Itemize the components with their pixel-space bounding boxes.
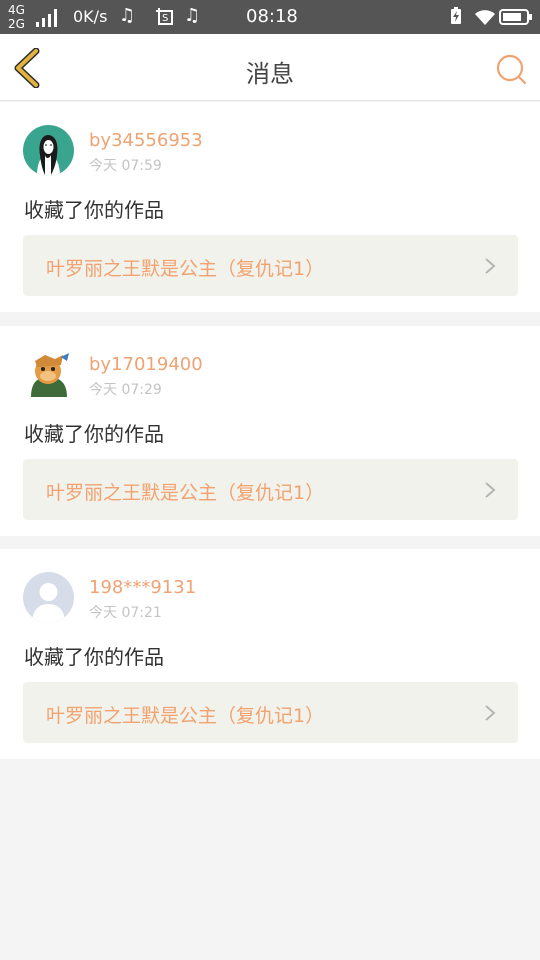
battery-saver-icon: [451, 7, 461, 24]
clock: 08:18: [246, 6, 298, 27]
work-link[interactable]: 叶罗丽之王默是公主（复仇记1）: [23, 682, 518, 743]
network-type-bottom: 2G: [8, 17, 25, 31]
music-icon: ♫: [119, 5, 136, 26]
work-link[interactable]: 叶罗丽之王默是公主（复仇记1）: [23, 235, 518, 296]
timestamp: 今天 07:21: [89, 605, 162, 621]
chevron-right-icon: [485, 258, 496, 274]
username[interactable]: by17019400: [89, 354, 203, 375]
header: 消息: [0, 34, 540, 101]
avatar[interactable]: [23, 572, 74, 623]
message-card: by34556953 今天 07:59 收藏了你的作品 叶罗丽之王默是公主（复仇…: [0, 102, 540, 312]
work-title: 叶罗丽之王默是公主（复仇记1）: [46, 482, 325, 504]
username[interactable]: by34556953: [89, 130, 203, 151]
action-text: 收藏了你的作品: [24, 645, 164, 669]
message-card: by17019400 今天 07:29 收藏了你的作品 叶罗丽之王默是公主（复仇…: [0, 326, 540, 536]
network-type-top: 4G: [8, 3, 25, 17]
timestamp: 今天 07:59: [89, 158, 162, 174]
work-link[interactable]: 叶罗丽之王默是公主（复仇记1）: [23, 459, 518, 520]
chevron-right-icon: [485, 705, 496, 721]
work-title: 叶罗丽之王默是公主（复仇记1）: [46, 705, 325, 727]
action-text: 收藏了你的作品: [24, 422, 164, 446]
network-type: 4G 2G: [8, 3, 34, 33]
search-button[interactable]: [494, 52, 528, 86]
timestamp: 今天 07:29: [89, 382, 162, 398]
message-card: 198***9131 今天 07:21 收藏了你的作品 叶罗丽之王默是公主（复仇…: [0, 549, 540, 759]
username[interactable]: 198***9131: [89, 577, 196, 598]
wifi-icon: [475, 10, 495, 25]
avatar[interactable]: [23, 125, 74, 176]
work-title: 叶罗丽之王默是公主（复仇记1）: [46, 258, 325, 280]
page-title: 消息: [246, 60, 294, 88]
action-text: 收藏了你的作品: [24, 198, 164, 222]
avatar[interactable]: [23, 349, 74, 400]
svg-text:S: S: [162, 13, 168, 24]
signal-icon: [36, 9, 57, 27]
screenshot-icon: S: [156, 8, 173, 25]
chevron-right-icon: [485, 482, 496, 498]
music-note-icon: ♫: [184, 5, 201, 26]
battery-icon: [499, 9, 532, 25]
network-speed: 0K/s: [73, 7, 108, 26]
status-bar: 4G 2G 0K/s ♫ S ♫ 08:18: [0, 0, 540, 34]
